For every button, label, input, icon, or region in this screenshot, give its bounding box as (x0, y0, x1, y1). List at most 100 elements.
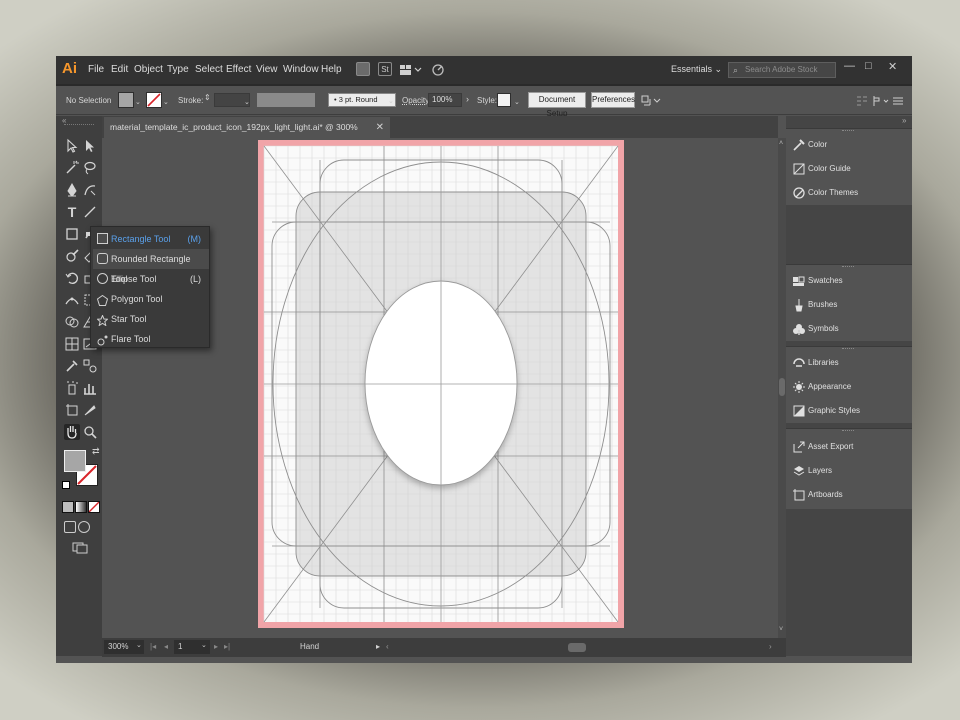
flyout-ellipse-tool[interactable]: Ellipse Tool (L) (93, 269, 209, 289)
selection-tool[interactable] (64, 138, 80, 154)
none-mode-icon[interactable] (88, 501, 100, 513)
draw-normal-icon[interactable] (64, 521, 76, 533)
maximize-button[interactable]: □ (865, 60, 872, 72)
panel-color[interactable]: Color (786, 133, 912, 157)
stroke-swatch[interactable] (146, 92, 162, 108)
stock-icon[interactable]: St (378, 62, 392, 76)
slice-tool[interactable] (82, 402, 98, 418)
hand-tool[interactable] (64, 424, 80, 440)
type-tool[interactable]: T (64, 204, 80, 220)
chevron-down-icon[interactable]: ⌄ (163, 98, 169, 106)
symbol-sprayer-tool[interactable] (64, 380, 80, 396)
panel-asset-export[interactable]: Asset Export (786, 435, 912, 459)
gradient-mode-icon[interactable] (75, 501, 87, 513)
expand-panels-icon[interactable]: » (902, 116, 906, 125)
panel-swatches[interactable]: Swatches (786, 269, 912, 293)
menu-help[interactable]: Help (321, 64, 342, 75)
status-menu-icon[interactable]: ▸ (376, 642, 380, 651)
panel-color-guide[interactable]: Color Guide (786, 157, 912, 181)
flyout-rounded-rectangle-tool[interactable]: Rounded Rectangle Tool (93, 249, 209, 284)
scroll-up-icon[interactable]: ˄ (779, 140, 783, 147)
gpu-performance-icon[interactable] (431, 63, 445, 77)
swap-fill-stroke-icon[interactable]: ⇄ (92, 446, 100, 457)
document-setup-button[interactable]: Document Setup (528, 92, 586, 118)
stroke-stepper[interactable]: ⇕ (204, 93, 211, 102)
vertical-scrollbar[interactable]: ˄ ˅ (778, 138, 786, 638)
panel-layers[interactable]: Layers (786, 459, 912, 483)
scroll-down-icon[interactable]: ˅ (779, 626, 783, 633)
menu-select[interactable]: Select (195, 64, 223, 75)
zoom-tool[interactable] (82, 424, 98, 440)
minimize-button[interactable]: — (844, 60, 855, 72)
brush-definition[interactable]: • 3 pt. Round (328, 93, 396, 107)
close-window-button[interactable]: ✕ (888, 60, 897, 73)
previous-artboard-icon[interactable]: ◂ (164, 642, 168, 651)
transform-options-icon[interactable] (641, 94, 661, 106)
fill-color-box[interactable] (64, 450, 86, 472)
canvas-area[interactable] (102, 138, 778, 638)
direct-selection-tool[interactable] (82, 138, 98, 154)
blend-tool[interactable] (82, 358, 98, 374)
scroll-left-icon[interactable]: ‹ (386, 642, 389, 651)
curvature-tool[interactable] (82, 182, 98, 198)
flyout-star-tool[interactable]: Star Tool (93, 309, 209, 329)
panel-grip[interactable] (842, 430, 854, 433)
document-tab[interactable]: material_template_ic_product_icon_192px_… (104, 117, 390, 153)
menu-effect[interactable]: Effect (226, 64, 251, 75)
panel-brushes[interactable]: Brushes (786, 293, 912, 317)
chevron-down-icon[interactable]: ⌄ (135, 98, 141, 106)
artboard[interactable] (258, 140, 624, 628)
panel-appearance[interactable]: Appearance (786, 375, 912, 399)
menu-edit[interactable]: Edit (111, 64, 128, 75)
first-artboard-icon[interactable]: |◂ (150, 642, 156, 651)
artboard-navigator[interactable]: 1 ⌄ (174, 640, 210, 654)
chevron-right-icon[interactable]: › (466, 94, 469, 104)
default-colors-icon[interactable] (62, 481, 70, 489)
shaper-tool[interactable] (64, 248, 80, 264)
adobe-stock-search[interactable]: ⌕ Search Adobe Stock (728, 62, 836, 78)
arrange-documents-icon[interactable] (400, 63, 424, 75)
color-mode-icon[interactable] (62, 501, 74, 513)
panel-symbols[interactable]: Symbols (786, 317, 912, 341)
mesh-tool[interactable] (64, 336, 80, 352)
panel-libraries[interactable]: Libraries (786, 351, 912, 375)
horizontal-scroll-thumb[interactable] (568, 643, 586, 652)
artboard-tool[interactable] (64, 402, 80, 418)
column-graph-tool[interactable] (82, 380, 98, 396)
last-artboard-icon[interactable]: ▸| (224, 642, 230, 651)
panel-grip[interactable] (64, 124, 94, 125)
lasso-tool[interactable] (82, 160, 98, 176)
rotate-tool[interactable] (64, 270, 80, 286)
panel-color-themes[interactable]: Color Themes (786, 181, 912, 205)
chevron-down-icon[interactable]: ⌄ (514, 98, 520, 106)
panel-artboards[interactable]: Artboards (786, 483, 912, 507)
scroll-thumb[interactable] (779, 378, 785, 396)
close-tab-icon[interactable]: ✕ (376, 117, 384, 138)
graphic-style-swatch[interactable] (497, 93, 511, 107)
menu-view[interactable]: View (256, 64, 278, 75)
screen-mode-icon[interactable] (72, 541, 88, 554)
variable-width-profile[interactable] (257, 93, 315, 107)
bridge-icon[interactable] (356, 62, 370, 76)
panel-graphic-styles[interactable]: Graphic Styles (786, 399, 912, 423)
panel-menu-icon[interactable] (892, 94, 904, 106)
flyout-flare-tool[interactable]: Flare Tool (93, 329, 209, 349)
magic-wand-tool[interactable] (64, 160, 80, 176)
flyout-rectangle-tool[interactable]: Rectangle Tool (M) (93, 229, 209, 249)
next-artboard-icon[interactable]: ▸ (214, 642, 218, 651)
align-icon[interactable] (856, 94, 868, 106)
scroll-right-icon[interactable]: › (769, 642, 772, 651)
pen-tool[interactable] (64, 182, 80, 198)
zoom-field[interactable]: 300% ⌄ (104, 640, 144, 654)
menu-file[interactable]: File (88, 64, 104, 75)
menu-type[interactable]: Type (167, 64, 189, 75)
workspace-switcher[interactable]: Essentials ⌄ (671, 64, 722, 75)
shape-builder-tool[interactable] (64, 314, 80, 330)
rectangle-tool[interactable] (64, 226, 80, 242)
draw-behind-icon[interactable] (78, 521, 90, 533)
flyout-polygon-tool[interactable]: Polygon Tool (93, 289, 209, 309)
isolate-icon[interactable] (872, 94, 892, 106)
menu-object[interactable]: Object (134, 64, 163, 75)
fill-swatch[interactable] (118, 92, 134, 108)
opacity-input[interactable]: 100% (428, 93, 462, 107)
